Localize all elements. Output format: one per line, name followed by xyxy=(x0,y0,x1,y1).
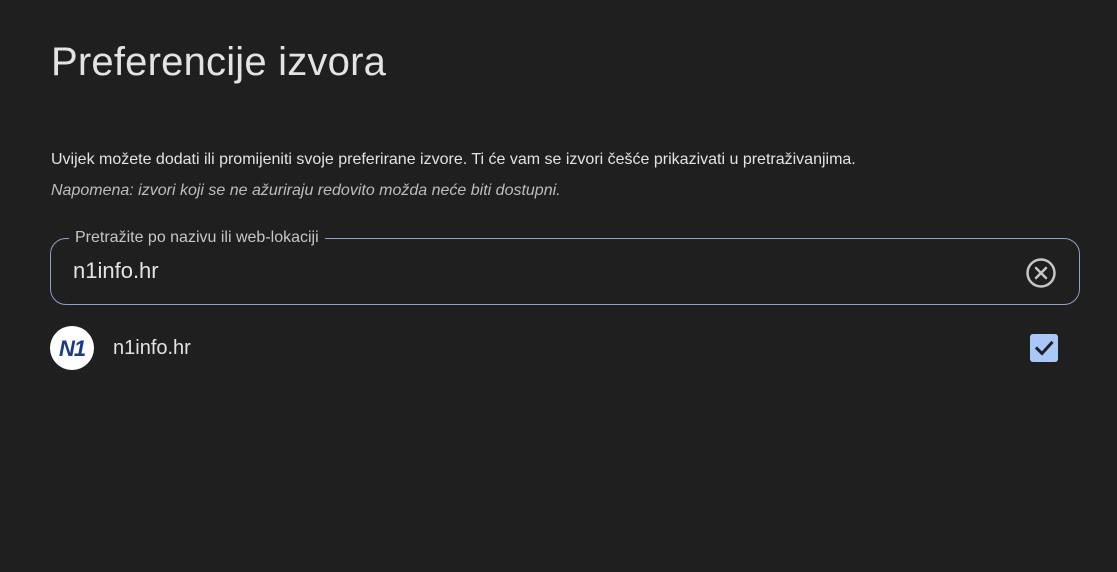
checkmark-icon xyxy=(1034,340,1054,356)
result-site-name: n1info.hr xyxy=(113,337,191,359)
clear-circle-icon xyxy=(1026,258,1056,288)
search-input[interactable] xyxy=(73,257,973,285)
search-field[interactable]: Pretražite po nazivu ili web-lokaciji xyxy=(50,229,1080,305)
page-description: Uvijek možete dodati ili promijeniti svo… xyxy=(51,151,856,168)
result-row[interactable]: N1 n1info.hr xyxy=(50,326,1080,370)
n1-logo-icon: N1 xyxy=(50,326,94,370)
search-label: Pretražite po nazivu ili web-lokaciji xyxy=(69,229,325,247)
page-title: Preferencije izvora xyxy=(51,40,387,84)
page-note: Napomena: izvori koji se ne ažuriraju re… xyxy=(51,182,561,199)
logo-text: N1 xyxy=(59,337,86,359)
clear-search-button[interactable] xyxy=(1025,257,1057,289)
source-checkbox[interactable] xyxy=(1030,334,1058,362)
